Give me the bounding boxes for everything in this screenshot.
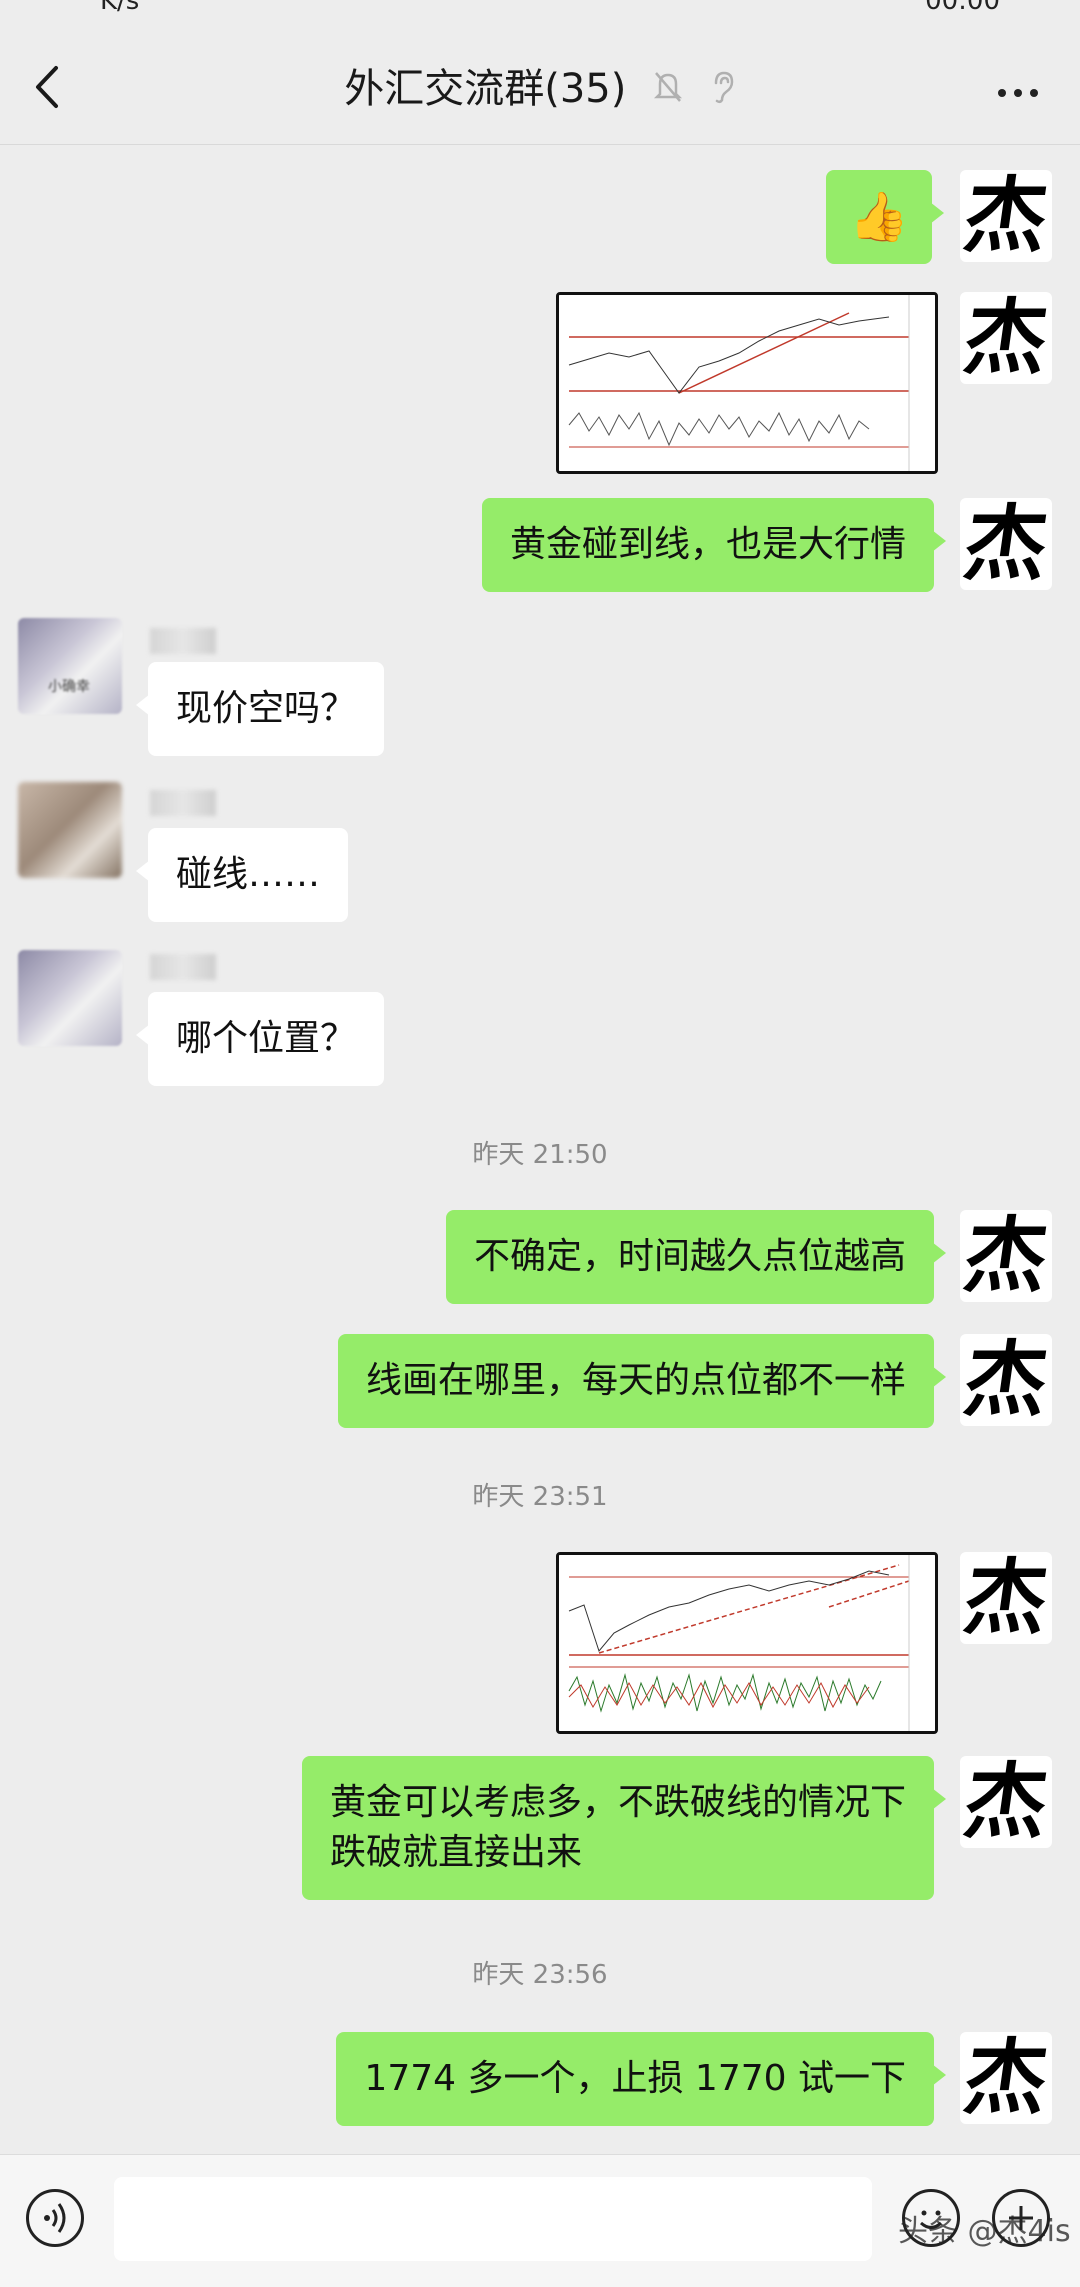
avatar-label: 小确幸	[48, 679, 90, 695]
watermark: 头条 @杰4is	[898, 2214, 1071, 2249]
text-message[interactable]: 黄金可以考虑多，不跌破线的情况下 跌破就直接出来	[301, 1756, 947, 1900]
chat-title-wrap: 外汇交流群(35)	[0, 56, 1080, 114]
more-dot-icon	[998, 89, 1006, 97]
more-dot-icon	[1030, 89, 1038, 97]
incoming-message[interactable]: 哪个位置？	[135, 992, 385, 1086]
chat-title: 外汇交流群(35)	[344, 66, 627, 112]
message-text-line: 黄金可以考虑多，不跌破线的情况下	[329, 1782, 906, 1823]
avatar-calligraphy: 杰	[960, 1756, 1052, 1848]
timestamp: 昨天 21:50	[472, 1140, 608, 1170]
message-text: 1774 多一个，止损 1770 试一下	[364, 2058, 906, 2099]
blurred-sender-name	[150, 628, 216, 654]
message-text: 黄金碰到线，也是大行情	[509, 524, 906, 565]
my-avatar[interactable]: 杰	[960, 1552, 1052, 1644]
timestamp: 昨天 23:51	[472, 1482, 608, 1512]
price-chart-image	[559, 1555, 935, 1731]
more-dot-icon	[1014, 89, 1022, 97]
status-bar: K/s 00:00	[0, 0, 1080, 22]
my-avatar[interactable]: 杰	[960, 292, 1052, 384]
message-text: 不确定，时间越久点位越高	[473, 1236, 906, 1277]
member-avatar[interactable]	[18, 950, 122, 1046]
chat-header: 外汇交流群(35)	[0, 22, 1080, 145]
message-text: 线画在哪里，每天的点位都不一样	[365, 1360, 906, 1401]
price-chart-image	[559, 295, 935, 471]
timestamp: 昨天 23:56	[472, 1960, 608, 1990]
avatar-calligraphy: 杰	[960, 292, 1052, 384]
chart-image-message[interactable]	[556, 1552, 938, 1734]
avatar-calligraphy: 杰	[960, 498, 1052, 590]
blurred-sender-name	[150, 954, 216, 980]
text-message[interactable]: 不确定，时间越久点位越高	[445, 1210, 947, 1304]
member-avatar[interactable]: 小确幸	[18, 618, 122, 714]
chart-image-message[interactable]	[556, 292, 938, 474]
message-text: 碰线……	[176, 854, 321, 895]
bell-slash-icon	[653, 68, 683, 114]
status-time: 00:00	[925, 0, 1000, 16]
incoming-message[interactable]: 现价空吗？	[135, 662, 385, 756]
message-text-line: 跌破就直接出来	[329, 1832, 582, 1873]
avatar-calligraphy: 杰	[960, 1210, 1052, 1302]
my-avatar[interactable]: 杰	[960, 1334, 1052, 1426]
avatar-calligraphy: 杰	[960, 1334, 1052, 1426]
member-avatar[interactable]	[18, 782, 122, 878]
thumbs-up-message[interactable]: 👍	[826, 170, 944, 264]
my-avatar[interactable]: 杰	[960, 170, 1052, 262]
avatar-calligraphy: 杰	[960, 2032, 1052, 2124]
message-text: 哪个位置？	[176, 1018, 357, 1059]
my-avatar[interactable]: 杰	[960, 1210, 1052, 1302]
text-message[interactable]: 黄金碰到线，也是大行情	[481, 498, 947, 592]
my-avatar[interactable]: 杰	[960, 2032, 1052, 2124]
text-message[interactable]: 1774 多一个，止损 1770 试一下	[336, 2032, 946, 2126]
incoming-message[interactable]: 碰线……	[135, 828, 349, 922]
thumbs-up-emoji: 👍	[849, 189, 909, 245]
message-input[interactable]	[114, 2177, 872, 2261]
my-avatar[interactable]: 杰	[960, 1756, 1052, 1848]
message-text: 现价空吗？	[176, 688, 357, 729]
my-avatar[interactable]: 杰	[960, 498, 1052, 590]
voice-wave-icon	[44, 2203, 66, 2233]
avatar-calligraphy: 杰	[960, 170, 1052, 262]
avatar-calligraphy: 杰	[960, 1552, 1052, 1644]
blurred-sender-name	[150, 790, 216, 816]
more-options-button[interactable]	[998, 82, 1046, 97]
text-message[interactable]: 线画在哪里，每天的点位都不一样	[337, 1334, 947, 1428]
voice-input-button[interactable]	[26, 2189, 84, 2247]
ear-icon	[710, 68, 736, 114]
network-speed: K/s	[100, 0, 140, 16]
